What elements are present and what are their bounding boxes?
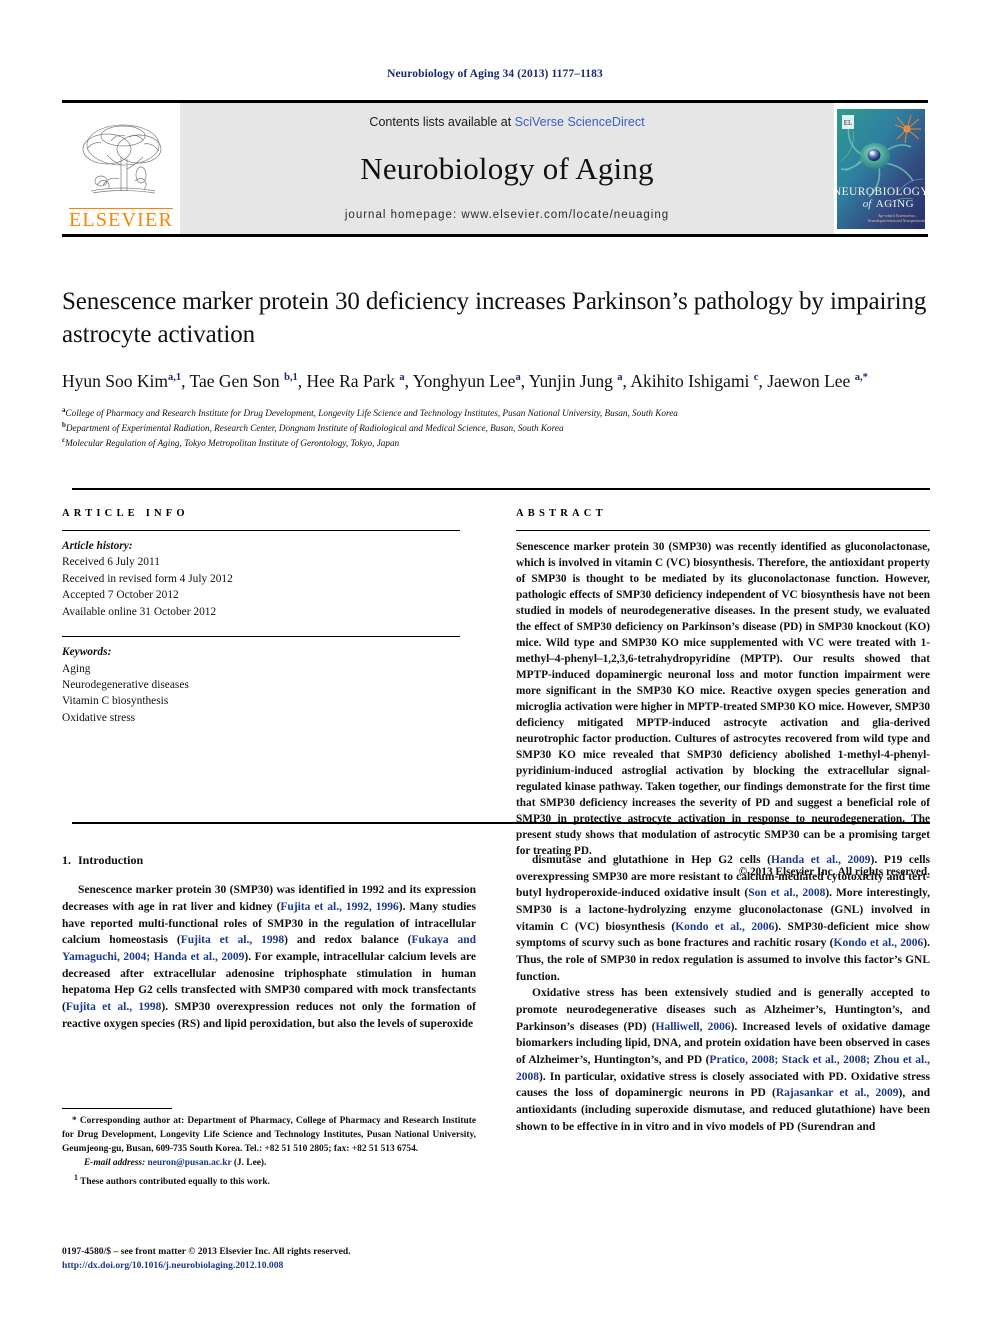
affiliation-text-c: Molecular Regulation of Aging, Tokyo Met… (65, 438, 400, 449)
issn-line: 0197-4580/$ – see front matter © 2013 El… (62, 1246, 351, 1257)
svg-text:NEUROBIOLOGY: NEUROBIOLOGY (837, 186, 925, 198)
section-title: Introduction (78, 853, 144, 867)
keywords-group: Keywords: Aging Neurodegenerative diseas… (62, 644, 462, 726)
contents-prefix: Contents lists available at (369, 115, 515, 129)
equal-contribution-marker: 1 (74, 1173, 78, 1183)
history-revised: Received in revised form 4 July 2012 (62, 572, 233, 585)
svg-text:Neurodegeneration and Neuropro: Neurodegeneration and Neuroprotection (867, 219, 925, 223)
journal-masthead: ELSEVIER Contents lists available at Sci… (62, 100, 928, 237)
svg-text:EL: EL (844, 119, 853, 127)
keyword-item: Oxidative stress (62, 711, 136, 724)
email-address-link[interactable]: neuron@pusan.ac.kr (148, 1158, 232, 1168)
issn-footer: 0197-4580/$ – see front matter © 2013 El… (62, 1245, 482, 1274)
keywords-label: Keywords: (62, 646, 112, 659)
contents-available-line: Contents lists available at SciVerse Sci… (369, 115, 644, 129)
journal-cover-thumbnail: EL NEUROBIOLOGY of AGING Age-related Neu… (834, 103, 928, 234)
email-owner: (J. Lee). (233, 1158, 267, 1169)
article-info-heading: ARTICLE INFO (62, 508, 189, 519)
paragraph: Oxidative stress has been extensively st… (516, 987, 930, 1133)
elsevier-logo: ELSEVIER (62, 103, 180, 234)
journal-homepage-link[interactable]: journal homepage: www.elsevier.com/locat… (345, 209, 669, 221)
article-info-rule (62, 530, 460, 531)
paper-title: Senescence marker protein 30 deficiency … (62, 288, 927, 348)
affiliation-text-a: College of Pharmacy and Research Institu… (65, 407, 678, 418)
running-head: Neurobiology of Aging 34 (2013) 1177–118… (387, 68, 603, 80)
footnote-block: * Corresponding author at: Department of… (62, 1108, 476, 1190)
abstract-heading: ABSTRACT (516, 508, 607, 519)
email-label: E-mail address: (84, 1158, 146, 1169)
keywords-rule (62, 636, 460, 638)
equal-contribution-note: 1 These authors contributed equally to t… (62, 1172, 476, 1190)
journal-title: Neurobiology of Aging (360, 151, 654, 186)
elsevier-tree-icon (82, 124, 162, 194)
section-number: 1. (62, 853, 71, 867)
body-column-left: 1. Introduction Senescence marker protein… (62, 852, 476, 1032)
author-list: Hyun Soo Kima,1, Tae Gen Son b,1, Hee Ra… (62, 371, 868, 391)
journal-article-page: Neurobiology of Aging 34 (2013) 1177–118… (0, 0, 990, 1320)
history-online: Available online 31 October 2012 (62, 605, 217, 618)
history-accepted: Accepted 7 October 2012 (62, 589, 179, 602)
affiliation-c: cMolecular Regulation of Aging, Tokyo Me… (62, 435, 934, 450)
article-history-label: Article history: (62, 540, 133, 552)
doi-link[interactable]: http://dx.doi.org/10.1016/j.neurobiolagi… (62, 1259, 482, 1273)
paragraph: dismutase and glutathione in Hep G2 cell… (516, 854, 930, 983)
keyword-item: Vitamin C biosynthesis (62, 695, 169, 708)
sciencedirect-link[interactable]: SciVerse ScienceDirect (515, 115, 645, 129)
abstract-text: Senescence marker protein 30 (SMP30) was… (516, 541, 930, 857)
footnote-rule (62, 1108, 172, 1109)
abstract-rule (516, 530, 930, 531)
elsevier-wordmark: ELSEVIER (68, 208, 174, 231)
paragraph: Senescence marker protein 30 (SMP30) was… (62, 884, 477, 1030)
email-note: E-mail address: neuron@pusan.ac.kr (J. L… (62, 1157, 476, 1171)
article-info-column: ARTICLE INFO Article history: Received 6… (62, 508, 462, 726)
affiliation-b: bDepartment of Experimental Radiation, R… (62, 420, 934, 435)
keyword-item: Neurodegenerative diseases (62, 678, 189, 691)
journal-cover-image: EL NEUROBIOLOGY of AGING Age-related Neu… (837, 108, 925, 229)
history-received: Received 6 July 2011 (62, 556, 160, 569)
article-history-group: Article history: Received 6 July 2011 Re… (62, 538, 462, 620)
affiliation-a: aCollege of Pharmacy and Research Instit… (62, 405, 934, 420)
affiliation-list: aCollege of Pharmacy and Research Instit… (62, 405, 934, 451)
body-divider (72, 822, 930, 824)
keyword-item: Aging (62, 662, 91, 675)
body-column-right: dismutase and glutathione in Hep G2 cell… (516, 852, 930, 1135)
title-block: Senescence marker protein 30 deficiency … (62, 286, 934, 451)
masthead-center: Contents lists available at SciVerse Sci… (180, 103, 834, 234)
svg-text:AGING: AGING (876, 198, 914, 210)
corresponding-author-note: * Corresponding author at: Department of… (62, 1116, 476, 1154)
section-heading-introduction: 1. Introduction (62, 852, 476, 869)
info-abstract-divider (72, 488, 930, 490)
affiliation-text-b: Department of Experimental Radiation, Re… (65, 423, 564, 434)
equal-contribution-text: These authors contributed equally to thi… (80, 1177, 270, 1188)
